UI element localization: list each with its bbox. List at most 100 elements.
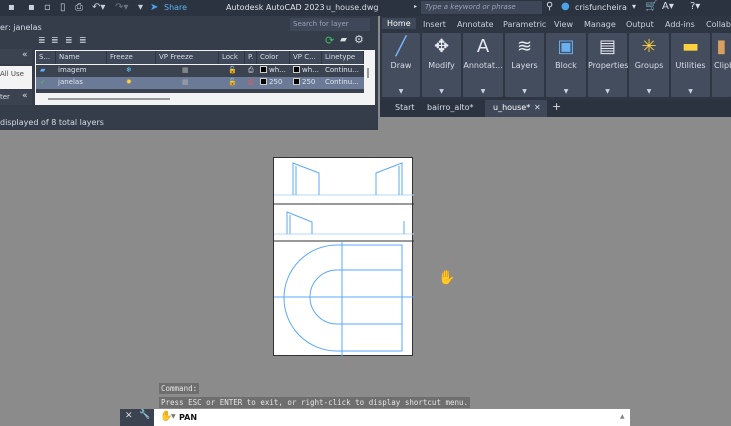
keyword-search-input[interactable]: Type a keyword or phrase [421, 1, 542, 14]
col-plot[interactable]: P. [245, 51, 257, 64]
new-layer-icon[interactable]: ≣ [38, 36, 46, 46]
no-plot-icon[interactable]: ⎙ [248, 78, 254, 87]
col-name[interactable]: Name [56, 51, 107, 64]
dropdown-icon[interactable]: ▼ [505, 88, 544, 95]
lock-icon[interactable]: 🔓 [228, 78, 237, 86]
share-button[interactable]: Share [164, 3, 187, 12]
dropdown-icon[interactable]: ▼ [382, 88, 420, 95]
expand-history-icon[interactable]: ▲ [620, 413, 625, 420]
vp-color-cell[interactable]: wh... [293, 66, 319, 74]
open-icon[interactable]: ▫ [44, 2, 51, 13]
dropdown-icon[interactable]: ▼ [629, 88, 669, 95]
redo-icon[interactable]: ↷▾ [115, 2, 128, 13]
command-line[interactable]: ✋ ▼ PAN ▲ [120, 409, 630, 426]
color-cell[interactable]: 250 [260, 78, 282, 86]
refresh-icon[interactable]: ⟳ [325, 34, 334, 47]
layer-status-icon: ▰ [40, 66, 46, 74]
vp-freeze-icon[interactable]: ▦ [182, 66, 189, 74]
col-vp-color[interactable]: VP C... [290, 51, 322, 64]
drawing-paper[interactable] [273, 157, 414, 357]
collapse-icon[interactable]: « [22, 91, 28, 101]
close-icon[interactable]: ✕ [534, 103, 541, 112]
table-row[interactable]: ▰ imagem ❄ ▦ 🔓 ⎙ wh... wh... Continu... [36, 65, 364, 77]
current-check-icon: ✓ [40, 78, 46, 86]
cart-icon[interactable]: 🛒 [645, 1, 657, 12]
panel-block[interactable]: ▣ Block ▼ [546, 33, 586, 97]
print-icon[interactable]: ⎙ [75, 2, 83, 13]
expand-icon[interactable]: ▸ [414, 3, 417, 10]
panel-groups[interactable]: ✳ Groups ▼ [629, 33, 669, 97]
drawing [274, 162, 414, 357]
plot-icon[interactable]: ⎙ [248, 66, 254, 75]
panel-clipboard[interactable]: ▮ Clipb [712, 33, 731, 97]
tab-home[interactable]: Home [382, 18, 416, 29]
tab-view[interactable]: View [554, 20, 573, 29]
panel-properties[interactable]: ▤ Properties ▼ [588, 33, 628, 97]
vp-freeze-icon[interactable]: ▦ [182, 78, 189, 86]
col-linetype[interactable]: Linetype [322, 51, 364, 64]
wrench-icon[interactable]: 🔧 [139, 410, 150, 420]
panel-layers[interactable]: ≋ Layers ▼ [505, 33, 544, 97]
save-as-icon[interactable]: ▪ [28, 2, 35, 13]
collapse-icon[interactable]: « [22, 50, 28, 60]
layer-settings-icon[interactable]: ▰ [340, 35, 347, 45]
filter-all-used[interactable]: All Use [0, 66, 32, 89]
gear-icon[interactable]: ⚙ [354, 33, 364, 46]
table-row[interactable]: ✓ janelas ✹ ▦ 🔓 ⎙ 250 250 Continu... [36, 77, 364, 89]
layer-name[interactable]: janelas [58, 78, 83, 86]
new-tab-icon[interactable]: + [552, 100, 561, 113]
dropdown-icon[interactable]: ▼ [546, 88, 586, 95]
col-status[interactable]: S... [36, 51, 56, 64]
dropdown-icon[interactable]: ▼ [422, 88, 461, 95]
new-vp-layer-icon[interactable]: ≣ [51, 36, 59, 46]
layer-search-input[interactable]: Search for layer [290, 18, 370, 31]
tab-start[interactable]: Start [395, 103, 415, 112]
layer-name[interactable]: imagem [58, 66, 87, 74]
linetype-cell[interactable]: Continu... [325, 78, 359, 86]
col-freeze[interactable]: Freeze [107, 51, 156, 64]
autodesk-a-icon[interactable]: A▾ [662, 1, 674, 12]
sun-icon[interactable]: ✹ [126, 78, 132, 86]
vp-color-cell[interactable]: 250 [293, 78, 315, 86]
publish-icon[interactable]: ▯ [60, 2, 66, 13]
dropdown-icon[interactable]: ▼ [671, 88, 710, 95]
tab-u-house[interactable]: u_house* ✕ [485, 100, 547, 117]
tab-manage[interactable]: Manage [584, 20, 616, 29]
close-icon[interactable]: ✕ [125, 411, 133, 421]
search-icon[interactable]: ⚲ [546, 1, 553, 12]
lock-icon[interactable]: 🔓 [228, 66, 237, 74]
vertical-scrollbar[interactable] [367, 68, 369, 78]
dropdown-icon[interactable]: ▼ [463, 88, 503, 95]
horizontal-scrollbar[interactable] [48, 98, 170, 100]
panel-draw[interactable]: ╱ Draw ▼ [382, 33, 420, 97]
username[interactable]: crisfuncheira [575, 3, 627, 12]
customize-icon[interactable]: ▾ [138, 2, 143, 13]
col-vp-freeze[interactable]: VP Freeze [156, 51, 219, 64]
save-icon[interactable]: ▪ [8, 2, 15, 13]
tab-bairro-alto[interactable]: bairro_alto* [427, 103, 474, 112]
color-cell[interactable]: wh... [260, 66, 286, 74]
dropdown-icon[interactable]: ▼ [588, 88, 627, 95]
undo-icon[interactable]: ↶▾ [92, 2, 105, 13]
tab-parametric[interactable]: Parametric [503, 20, 546, 29]
delete-layer-icon[interactable]: ≣ [65, 36, 73, 46]
share-icon[interactable]: ➤ [150, 2, 158, 13]
tab-insert[interactable]: Insert [423, 20, 446, 29]
col-lock[interactable]: Lock [219, 51, 245, 64]
freeze-icon[interactable]: ❄ [126, 66, 132, 74]
tab-annotate[interactable]: Annotate [457, 20, 494, 29]
linetype-cell[interactable]: Continu... [325, 66, 359, 74]
tab-collaborate[interactable]: Collab [706, 20, 731, 29]
recent-commands-icon[interactable]: ▼ [171, 413, 176, 420]
panel-utilities[interactable]: ▬ Utilities ▼ [671, 33, 710, 97]
command-input[interactable]: PAN [179, 413, 197, 422]
tab-output[interactable]: Output [626, 20, 654, 29]
panel-annotation[interactable]: A Annotat... ▼ [463, 33, 503, 97]
dropdown-icon[interactable]: ▾ [632, 2, 636, 11]
set-current-icon[interactable]: ≣ [79, 36, 87, 46]
col-color[interactable]: Color [257, 51, 290, 64]
line-icon: ╱ [395, 36, 407, 57]
panel-modify[interactable]: ✥ Modify ▼ [422, 33, 461, 97]
help-icon[interactable]: ?▾ [690, 1, 700, 12]
tab-add-ins[interactable]: Add-ins [665, 20, 695, 29]
